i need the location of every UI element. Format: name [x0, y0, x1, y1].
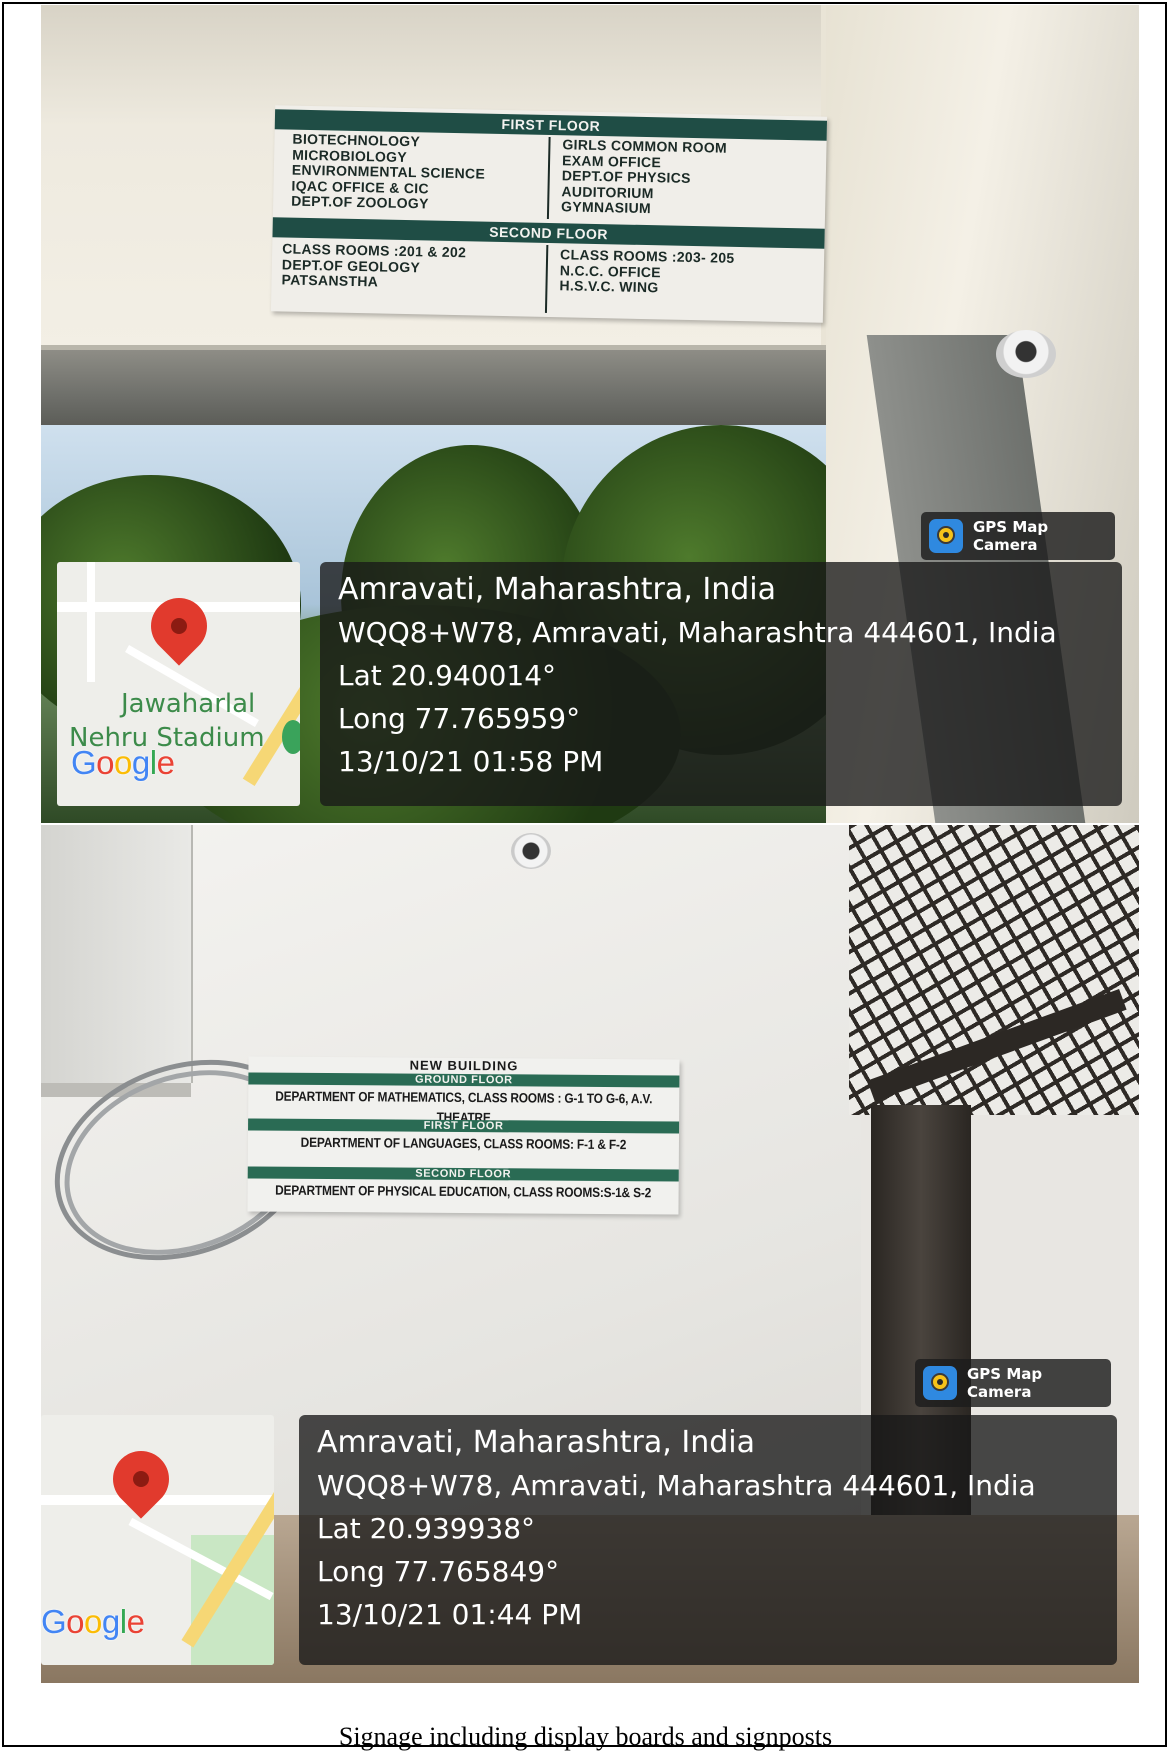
sign-line: PATSANSTHA — [281, 271, 379, 290]
geo-info-panel: Amravati, Maharashtra, India WQQ8+W78, A… — [299, 1415, 1117, 1665]
sign-divider — [546, 136, 551, 219]
map-pin-icon — [101, 1439, 181, 1519]
address-text: WQQ8+W78, Amravati, Maharashtra 444601, … — [338, 616, 1057, 649]
location-title: Amravati, Maharashtra, India — [338, 572, 776, 607]
address-text: WQQ8+W78, Amravati, Maharashtra 444601, … — [317, 1469, 1036, 1502]
map-pin-icon — [139, 586, 219, 666]
sign-row-first-floor: DEPARTMENT OF LANGUAGES, CLASS ROOMS: F-… — [300, 1134, 627, 1153]
new-building-sign: NEW BUILDING GROUND FLOOR DEPARTMENT OF … — [247, 1056, 680, 1215]
longitude-text: Long 77.765959° — [338, 702, 581, 735]
sign-right-list-second: CLASS ROOMS :203- 205 N.C.C. OFFICE H.S.… — [559, 246, 734, 297]
gps-map-camera-badge: GPS Map Camera — [915, 1359, 1111, 1407]
photo-first-floor-signboard: FIRST FLOOR BIOTECHNOLOGY MICROBIOLOGY E… — [41, 5, 1139, 823]
google-logo: Google — [71, 744, 175, 781]
gps-badge-label: GPS Map Camera — [973, 518, 1049, 554]
gps-map-camera-badge: GPS Map Camera — [921, 512, 1115, 560]
sign-band-ground-floor: GROUND FLOOR — [248, 1072, 680, 1088]
gps-map-camera-icon — [929, 519, 963, 553]
location-title: Amravati, Maharashtra, India — [317, 1425, 755, 1460]
map-place-label: Jawaharlal — [121, 689, 256, 719]
latitude-text: Lat 20.940014° — [338, 659, 557, 692]
map-park-area — [191, 1535, 274, 1665]
camera-dome-icon — [511, 833, 551, 869]
park-icon — [282, 720, 300, 754]
sign-line: H.S.V.C. WING — [559, 277, 659, 296]
sign-band-first-floor: FIRST FLOOR — [248, 1118, 680, 1134]
gps-badge-label: GPS Map Camera — [967, 1365, 1043, 1401]
electrical-box — [41, 825, 193, 1083]
sign-line: GYMNASIUM — [560, 198, 652, 217]
longitude-text: Long 77.765849° — [317, 1555, 560, 1588]
mini-map: Jawaharlal Nehru Stadium Google — [57, 562, 300, 806]
floor-directory-sign: FIRST FLOOR BIOTECHNOLOGY MICROBIOLOGY E… — [270, 105, 828, 323]
map-road — [87, 562, 95, 682]
figure-caption: Signage including display boards and sig… — [338, 1722, 833, 1751]
sign-left-list-first: BIOTECHNOLOGY MICROBIOLOGY ENVIRONMENTAL… — [291, 131, 486, 214]
sign-band-second-floor: SECOND FLOOR — [247, 1166, 679, 1182]
gps-map-camera-icon — [923, 1366, 957, 1400]
sign-left-list-second: CLASS ROOMS :201 & 202 DEPT.OF GEOLOGY P… — [281, 240, 466, 291]
sign-row-second-floor: DEPARTMENT OF PHYSICAL EDUCATION, CLASS … — [275, 1182, 652, 1201]
sign-divider — [544, 244, 549, 313]
camera-dome-icon — [996, 330, 1056, 378]
geo-info-panel: Amravati, Maharashtra, India WQQ8+W78, A… — [320, 562, 1122, 806]
sign-line: DEPT.OF ZOOLOGY — [291, 192, 429, 212]
sign-right-list-first: GIRLS COMMON ROOM EXAM OFFICE DEPT.OF PH… — [560, 136, 727, 218]
mini-map: Google — [41, 1415, 274, 1665]
photo-new-building-signboard: NEW BUILDING GROUND FLOOR DEPARTMENT OF … — [41, 825, 1139, 1683]
timestamp-text: 13/10/21 01:44 PM — [317, 1598, 583, 1631]
google-logo: Google — [41, 1603, 145, 1640]
timestamp-text: 13/10/21 01:58 PM — [338, 745, 604, 778]
latitude-text: Lat 20.939938° — [317, 1512, 536, 1545]
